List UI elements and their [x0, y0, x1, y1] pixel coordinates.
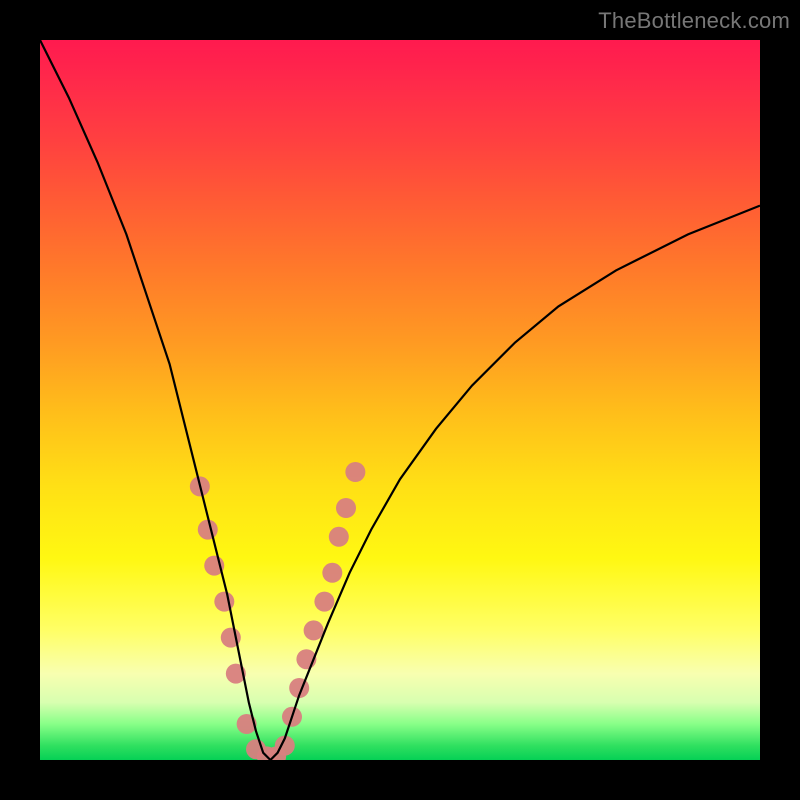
highlight-dot — [198, 520, 218, 540]
highlight-dot — [336, 498, 356, 518]
plot-svg — [40, 40, 760, 760]
highlight-dot — [345, 462, 365, 482]
chart-stage: TheBottleneck.com — [0, 0, 800, 800]
highlight-dot — [329, 527, 349, 547]
highlight-dot — [314, 592, 334, 612]
markers-layer — [190, 462, 366, 760]
highlight-dot — [304, 620, 324, 640]
bottleneck-curve — [40, 40, 760, 760]
watermark-text: TheBottleneck.com — [598, 8, 790, 34]
highlight-dot — [322, 563, 342, 583]
highlight-dot — [214, 592, 234, 612]
plot-area — [40, 40, 760, 760]
